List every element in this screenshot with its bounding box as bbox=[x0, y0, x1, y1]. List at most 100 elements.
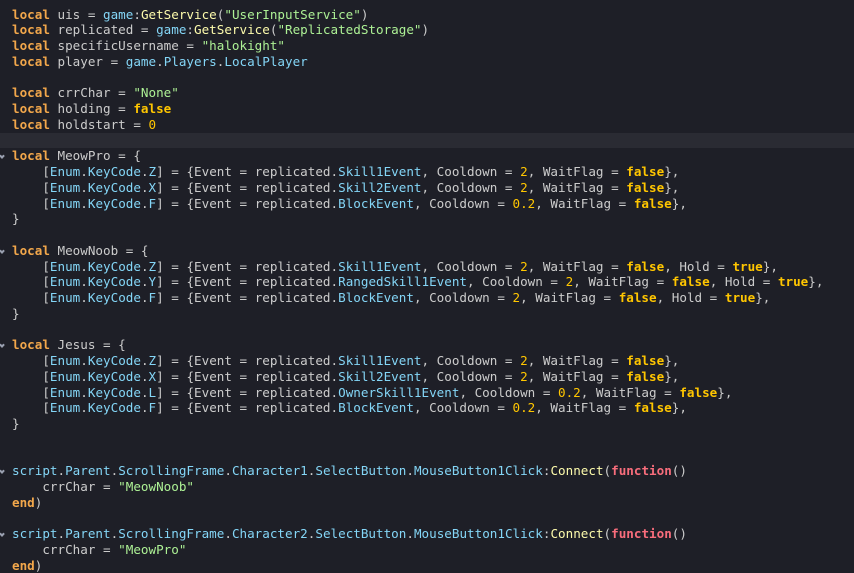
token-builtin: Players bbox=[163, 53, 217, 69]
token-builtin: Enum bbox=[49, 400, 81, 416]
code-line[interactable] bbox=[0, 511, 854, 527]
code-line[interactable]: local player = game.Players.LocalPlayer bbox=[0, 54, 854, 70]
token-builtin: Enum bbox=[49, 258, 81, 274]
code-text: local crrChar = "None" bbox=[12, 85, 179, 101]
token-builtin: Enum bbox=[49, 384, 81, 400]
token-plain: ) bbox=[34, 494, 43, 510]
code-line[interactable]: [Enum.KeyCode.F] = {Event = replicated.B… bbox=[0, 290, 854, 306]
token-plain: }, bbox=[671, 400, 687, 416]
code-line[interactable]: local MeowPro = { bbox=[0, 148, 854, 164]
code-line[interactable] bbox=[0, 70, 854, 86]
code-line[interactable]: [Enum.KeyCode.Z] = {Event = replicated.S… bbox=[0, 259, 854, 275]
code-line[interactable]: crrChar = "MeowNoob" bbox=[0, 479, 854, 495]
code-line[interactable]: [Enum.KeyCode.X] = {Event = replicated.S… bbox=[0, 180, 854, 196]
code-line[interactable] bbox=[0, 448, 854, 464]
code-text: local holding = false bbox=[12, 101, 171, 117]
token-builtin: game bbox=[103, 6, 134, 22]
code-text: [Enum.KeyCode.X] = {Event = replicated.S… bbox=[12, 369, 679, 385]
code-line[interactable] bbox=[0, 432, 854, 448]
token-builtin: Z bbox=[148, 353, 157, 368]
fold-arrow-icon[interactable] bbox=[0, 342, 5, 349]
code-line[interactable]: local replicated = game:GetService("Repl… bbox=[0, 22, 854, 38]
token-builtin: Character2 bbox=[231, 526, 308, 542]
current-line[interactable] bbox=[0, 132, 854, 149]
code-text: local player = game.Players.LocalPlayer bbox=[12, 54, 308, 70]
token-keyword: local bbox=[12, 85, 50, 101]
code-line[interactable]: } bbox=[0, 211, 854, 227]
token-plain: } bbox=[12, 211, 20, 227]
code-line[interactable]: end) bbox=[0, 495, 854, 511]
token-builtin: KeyCode bbox=[87, 258, 141, 274]
fold-arrow-icon[interactable] bbox=[0, 531, 5, 538]
code-line[interactable]: [Enum.KeyCode.Y] = {Event = replicated.R… bbox=[0, 274, 854, 290]
token-builtin: Z bbox=[148, 164, 157, 179]
code-text: [Enum.KeyCode.X] = {Event = replicated.S… bbox=[12, 180, 679, 196]
token-plain: } bbox=[12, 305, 20, 321]
token-number: 2 bbox=[520, 368, 528, 384]
code-line[interactable]: script.Parent.ScrollingFrame.Character1.… bbox=[0, 463, 854, 479]
token-plain: } bbox=[12, 416, 20, 431]
code-line[interactable]: local Jesus = { bbox=[0, 337, 854, 353]
token-plain: }, bbox=[664, 164, 680, 179]
code-text: script.Parent.ScrollingFrame.Character2.… bbox=[12, 526, 687, 542]
token-plain: . bbox=[80, 353, 88, 368]
token-plain: ) bbox=[34, 557, 43, 573]
token-plain: ] = {Event = replicated. bbox=[156, 164, 339, 179]
token-builtin: KeyCode bbox=[87, 353, 141, 368]
code-text: [Enum.KeyCode.Z] = {Event = replicated.S… bbox=[12, 259, 778, 275]
code-line[interactable]: script.Parent.ScrollingFrame.Character2.… bbox=[0, 526, 854, 542]
code-line[interactable]: local holdstart = 0 bbox=[0, 117, 854, 133]
code-line[interactable]: [Enum.KeyCode.X] = {Event = replicated.S… bbox=[0, 369, 854, 385]
code-line[interactable]: local MeowNoob = { bbox=[0, 243, 854, 259]
token-builtin: Parent bbox=[65, 526, 111, 542]
token-number: 0.2 bbox=[512, 195, 536, 211]
code-line[interactable]: } bbox=[0, 416, 854, 432]
code-line[interactable]: [Enum.KeyCode.F] = {Event = replicated.B… bbox=[0, 400, 854, 416]
token-keyword: local bbox=[12, 337, 50, 353]
token-plain: ] = {Event = replicated. bbox=[156, 400, 339, 416]
code-line[interactable]: local crrChar = "None" bbox=[0, 85, 854, 101]
code-line[interactable]: [Enum.KeyCode.L] = {Event = replicated.O… bbox=[0, 385, 854, 401]
code-line[interactable]: [Enum.KeyCode.Z] = {Event = replicated.S… bbox=[0, 164, 854, 180]
token-plain: . bbox=[140, 290, 149, 305]
fold-arrow-icon[interactable] bbox=[0, 153, 5, 160]
code-line[interactable]: [Enum.KeyCode.F] = {Event = replicated.B… bbox=[0, 196, 854, 212]
token-plain: [ bbox=[12, 195, 50, 211]
token-plain: }, bbox=[755, 290, 771, 305]
token-keyword: local bbox=[12, 242, 50, 258]
code-line[interactable] bbox=[0, 227, 854, 243]
token-builtin: OwnerSkill1Event bbox=[338, 384, 460, 400]
code-line[interactable]: [Enum.KeyCode.Z] = {Event = replicated.S… bbox=[0, 353, 854, 369]
code-line[interactable]: local holding = false bbox=[0, 101, 854, 117]
token-plain: , Cooldown = bbox=[413, 195, 513, 211]
token-plain: . bbox=[57, 463, 66, 479]
token-boolean: true bbox=[777, 274, 809, 290]
token-plain: player = bbox=[49, 53, 126, 69]
token-builtin: Enum bbox=[49, 164, 81, 179]
code-line[interactable]: crrChar = "MeowPro" bbox=[0, 542, 854, 558]
code-line[interactable] bbox=[0, 322, 854, 338]
code-editor[interactable]: local uis = game:GetService("UserInputSe… bbox=[0, 0, 854, 573]
code-text: [Enum.KeyCode.F] = {Event = replicated.B… bbox=[12, 290, 770, 306]
fold-arrow-icon[interactable] bbox=[0, 247, 5, 254]
token-plain: ) bbox=[421, 22, 430, 38]
token-plain: , WaitFlag = bbox=[527, 179, 627, 195]
code-line[interactable]: local uis = game:GetService("UserInputSe… bbox=[0, 7, 854, 23]
code-line[interactable]: end) bbox=[0, 558, 854, 573]
code-line[interactable]: } bbox=[0, 306, 854, 322]
code-text: end) bbox=[12, 558, 42, 573]
token-boolean: false bbox=[626, 164, 665, 179]
token-plain: , Cooldown = bbox=[413, 290, 513, 305]
token-plain: , WaitFlag = bbox=[527, 368, 627, 384]
token-builtin: Enum bbox=[49, 195, 81, 211]
token-builtin: Skill1Event bbox=[338, 258, 422, 274]
token-number: 2 bbox=[520, 353, 528, 368]
code-line[interactable]: local specificUsername = "halokight" bbox=[0, 38, 854, 54]
code-text: local MeowNoob = { bbox=[12, 243, 149, 259]
token-string: "ReplicatedStorage" bbox=[277, 22, 422, 38]
token-plain: , Cooldown = bbox=[421, 179, 521, 195]
token-plain: [ bbox=[12, 368, 50, 384]
token-string: "halokight" bbox=[201, 38, 285, 53]
token-builtin: KeyCode bbox=[87, 400, 141, 416]
fold-arrow-icon[interactable] bbox=[0, 468, 5, 475]
